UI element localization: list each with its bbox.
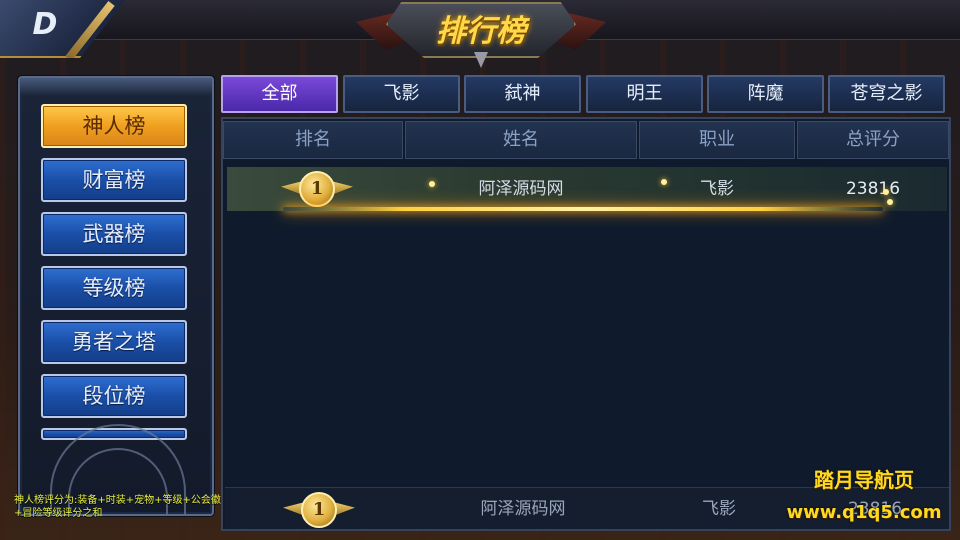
tab-all[interactable]: 全部 — [221, 75, 338, 113]
column-header-score: 总评分 — [797, 121, 949, 159]
rank-medal-icon: 1 — [281, 171, 353, 207]
tab-zhenmo[interactable]: 阵魔 — [707, 75, 824, 113]
table-row[interactable]: 1 阿泽源码网 飞影 23816 — [227, 167, 947, 211]
sidebar-item-level[interactable]: 等级榜 — [41, 266, 187, 310]
self-player-class: 飞影 — [702, 499, 736, 519]
watermark-title: 踏月导航页 — [814, 468, 914, 492]
emblem-spike — [474, 52, 488, 68]
sparkle-icon — [661, 179, 667, 185]
score-note: 神人榜评分为:装备+时装+宠物+等级+公会徽记+冒险等级评分之和 — [14, 495, 231, 519]
sparkle-icon — [883, 189, 889, 195]
column-header-name: 姓名 — [405, 121, 637, 159]
self-player-name: 阿泽源码网 — [480, 499, 566, 519]
sidebar-item-wealth[interactable]: 财富榜 — [41, 158, 187, 202]
watermark: 踏月导航页 www.q1q5.com — [776, 466, 952, 526]
player-class: 飞影 — [700, 179, 734, 199]
watermark-url: www.q1q5.com — [786, 502, 942, 523]
column-header-rank: 排名 — [223, 121, 403, 159]
title-emblem: 排行榜 — [356, 0, 606, 68]
rank-number: 1 — [299, 171, 335, 207]
tab-feiying[interactable]: 飞影 — [343, 75, 460, 113]
tab-mingwang[interactable]: 明王 — [586, 75, 703, 113]
sparkle-icon — [887, 199, 893, 205]
sidebar-frame — [20, 78, 212, 96]
tab-cangqiong[interactable]: 苍穹之影 — [828, 75, 945, 113]
sparkle-icon — [429, 181, 435, 187]
player-score: 23816 — [845, 179, 901, 199]
class-tabs: 全部 飞影 弑神 明王 阵魔 苍穹之影 — [221, 75, 951, 113]
self-rank-medal-icon: 1 — [283, 492, 355, 528]
sidebar-item-tower[interactable]: 勇者之塔 — [41, 320, 187, 364]
page-title: 排行榜 — [436, 14, 526, 49]
self-rank-number: 1 — [301, 492, 337, 528]
player-name: 阿泽源码网 — [478, 179, 564, 199]
column-header-class: 职业 — [639, 121, 795, 159]
highlight-glow — [283, 207, 883, 211]
sidebar-item-weapon[interactable]: 武器榜 — [41, 212, 187, 256]
back-arrow-icon: D — [32, 7, 58, 42]
tab-shishen[interactable]: 弑神 — [464, 75, 581, 113]
sidebar: 神人榜 财富榜 武器榜 等级榜 勇者之塔 段位榜 — [18, 76, 214, 516]
sidebar-item-rank-tier[interactable]: 段位榜 — [41, 374, 187, 418]
sidebar-item-shenren[interactable]: 神人榜 — [41, 104, 187, 148]
